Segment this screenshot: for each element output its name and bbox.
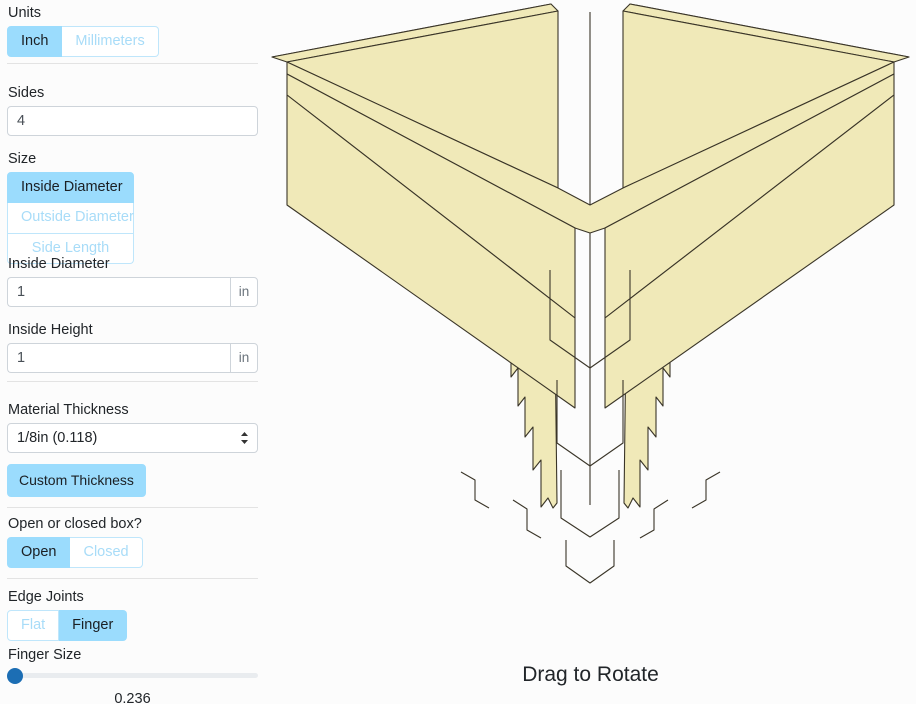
edge-joints-option-flat[interactable]: Flat <box>7 609 60 641</box>
units-option-millimeters[interactable]: Millimeters <box>62 25 159 57</box>
size-label: Size <box>8 151 37 167</box>
inside-height-input[interactable] <box>7 342 230 373</box>
sides-input[interactable] <box>7 105 258 136</box>
inside-diameter-unit: in <box>230 276 258 307</box>
inside-height-group: Inside Height in <box>7 323 258 373</box>
finger-size-value: 0.236 <box>114 690 151 704</box>
box-finger-chevron-4 <box>565 540 615 584</box>
open-closed-option-open[interactable]: Open <box>7 536 71 568</box>
edge-joints-button-group[interactable]: Flat Finger <box>7 609 128 641</box>
box-finger-joints-bottom-right <box>639 471 721 539</box>
units-label: Units <box>8 5 42 21</box>
custom-thickness-button[interactable]: Custom Thickness <box>7 464 146 497</box>
finger-size-slider[interactable] <box>7 667 258 684</box>
size-option-inside-diameter[interactable]: Inside Diameter <box>7 171 134 203</box>
box-3d-render[interactable] <box>265 0 916 660</box>
units-option-inch[interactable]: Inch <box>7 25 63 57</box>
box-bottom-finger-r1 <box>691 471 721 509</box>
box-bottom-finger-r2 <box>639 499 669 539</box>
box-finger-joints-bottom-left <box>460 471 542 539</box>
material-thickness-label: Material Thickness <box>8 402 129 418</box>
divider-units <box>7 63 258 64</box>
finger-size-slider-track[interactable] <box>7 672 258 678</box>
size-group: Size Inside Diameter Outside Diameter Si… <box>7 152 134 264</box>
inside-diameter-label: Inside Diameter <box>8 256 110 272</box>
size-option-outside-diameter[interactable]: Outside Diameter <box>7 203 134 234</box>
box-bottom-finger-l2 <box>512 499 542 539</box>
open-closed-button-group[interactable]: Open Closed <box>7 536 143 568</box>
edge-joints-group: Edge Joints Flat Finger <box>7 589 128 641</box>
open-closed-option-closed[interactable]: Closed <box>70 536 143 568</box>
box-preview-viewport[interactable]: Drag to Rotate <box>265 0 916 704</box>
divider-size <box>7 381 258 382</box>
edge-joints-option-finger[interactable]: Finger <box>59 609 128 641</box>
inside-diameter-group: Inside Diameter in <box>7 257 258 307</box>
settings-sidebar: Units Inch Millimeters Sides Size Inside… <box>0 0 265 704</box>
drag-to-rotate-label: Drag to Rotate <box>522 663 659 686</box>
material-thickness-group: Material Thickness 1/8in (0.118) <box>7 403 258 453</box>
finger-size-group: Finger Size 0.236 <box>7 648 258 704</box>
inside-height-unit: in <box>230 342 258 373</box>
sides-label: Sides <box>8 85 45 101</box>
box-bottom-finger-l1 <box>460 471 490 509</box>
open-closed-group: Open or closed box? Open Closed <box>7 517 143 568</box>
material-thickness-select[interactable]: 1/8in (0.118) <box>7 422 258 453</box>
units-group: Units Inch Millimeters <box>7 6 159 57</box>
units-button-group[interactable]: Inch Millimeters <box>7 25 159 57</box>
divider-thickness <box>7 507 258 508</box>
custom-thickness-wrap: Custom Thickness <box>7 464 146 497</box>
divider-open-closed <box>7 578 258 579</box>
finger-size-label: Finger Size <box>8 647 82 663</box>
size-button-group[interactable]: Inside Diameter Outside Diameter Side Le… <box>7 171 134 264</box>
inside-height-label: Inside Height <box>8 322 93 338</box>
open-closed-label: Open or closed box? <box>8 516 142 532</box>
sides-group: Sides <box>7 86 258 136</box>
edge-joints-label: Edge Joints <box>8 589 84 605</box>
inside-diameter-input[interactable] <box>7 276 230 307</box>
finger-size-slider-thumb[interactable] <box>7 667 23 684</box>
app-root: Units Inch Millimeters Sides Size Inside… <box>0 0 916 704</box>
